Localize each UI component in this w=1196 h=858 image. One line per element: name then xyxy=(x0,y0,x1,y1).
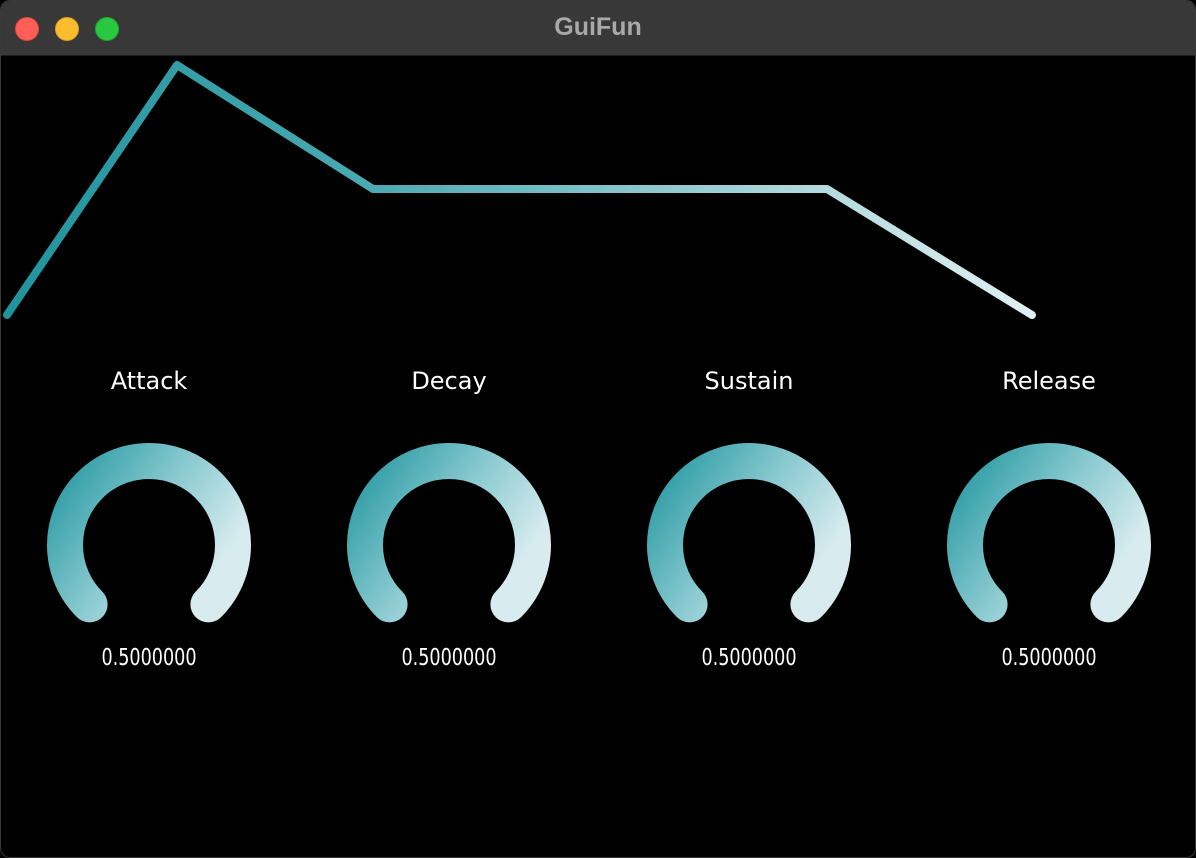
release-value: 0.5000000 xyxy=(1001,645,1097,671)
decay-knob-group: Decay 0.5000000 xyxy=(329,367,569,687)
window-title: GuiFun xyxy=(554,13,642,41)
release-knob[interactable] xyxy=(929,415,1169,635)
decay-label: Decay xyxy=(411,367,487,395)
attack-value: 0.5000000 xyxy=(101,645,197,671)
adsr-envelope-graph xyxy=(3,61,1036,319)
sustain-label: Sustain xyxy=(704,367,794,395)
decay-knob[interactable] xyxy=(329,415,569,635)
synth-panel: Attack 0.5000000 Decay 0.5000000 Sustain… xyxy=(1,57,1195,857)
app-window: GuiFun Attack 0.5000000 Decay 0.5000000 xyxy=(0,0,1196,858)
release-knob-group: Release 0.5000000 xyxy=(929,367,1169,687)
sustain-knob-group: Sustain 0.5000000 xyxy=(629,367,869,687)
attack-knob-group: Attack 0.5000000 xyxy=(29,367,269,687)
title-bar[interactable]: GuiFun xyxy=(1,1,1195,56)
attack-knob[interactable] xyxy=(29,415,269,635)
sustain-knob[interactable] xyxy=(629,415,869,635)
decay-value: 0.5000000 xyxy=(401,645,497,671)
envelope-line xyxy=(3,61,1036,319)
release-label: Release xyxy=(1002,367,1096,395)
attack-label: Attack xyxy=(110,367,188,395)
sustain-value: 0.5000000 xyxy=(701,645,797,671)
